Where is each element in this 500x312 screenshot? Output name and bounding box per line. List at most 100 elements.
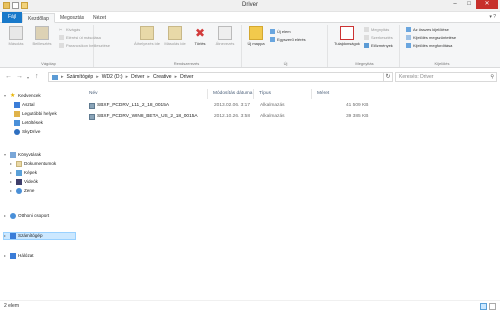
nav-computer-label: Számítógép: [18, 233, 43, 238]
nav-downloads[interactable]: Letöltések: [14, 119, 43, 127]
rename-button[interactable]: Átnevezés: [212, 26, 238, 46]
nav-pictures[interactable]: ▸ Képek: [10, 169, 37, 177]
select-all-button[interactable]: Az összes kijelölése: [406, 27, 449, 32]
group-organize: Áthelyezés ide Másolás ide ✖ Törlés Átne…: [132, 25, 242, 67]
large-icons-view-icon[interactable]: [489, 303, 496, 310]
cut-button[interactable]: ✂ Kivágás: [59, 27, 80, 32]
move-to-button[interactable]: Áthelyezés ide: [134, 26, 160, 46]
title-bar: Driver – □ ✕: [0, 0, 500, 12]
open-button[interactable]: Megnyitás: [364, 27, 389, 32]
nav-favorites[interactable]: ▾ ★ Kedvencek: [4, 92, 41, 100]
nav-favorites-label: Kedvencek: [18, 93, 41, 98]
file-name: SBXF_PCDRV_L11_2_18_0015A: [97, 103, 170, 108]
refresh-icon[interactable]: ↻: [384, 72, 393, 82]
search-input[interactable]: Keresés: Driver ⚲: [395, 72, 497, 82]
easy-access-icon: [270, 37, 275, 42]
navigation-bar: ← → ▾ ↑ ▸ Számítógép ▸ WD2 (D:) ▸ Driver…: [0, 68, 500, 85]
nav-music-label: Zene: [24, 188, 35, 193]
tab-share[interactable]: Megosztás: [55, 13, 89, 23]
paste-shortcut-button[interactable]: Parancsikon beillesztése: [59, 43, 110, 48]
breadcrumb-separator: ▸: [174, 74, 178, 80]
properties-icon: [340, 26, 354, 40]
column-header-type[interactable]: Típus: [254, 89, 312, 99]
group-select: Az összes kijelölése Kijelölés megszünte…: [404, 25, 480, 67]
history-label: Előzmények: [371, 43, 393, 48]
nav-music[interactable]: ▸ Zene: [10, 187, 34, 195]
nav-libraries[interactable]: ▾ Könyvtárak: [4, 151, 41, 159]
new-item-label: Új elem: [277, 29, 291, 34]
new-item-icon: [270, 29, 275, 34]
back-arrow-icon[interactable]: ←: [5, 73, 12, 80]
breadcrumb-creative[interactable]: Creative: [153, 74, 172, 80]
paste-label: Beillesztés: [32, 41, 52, 46]
tab-home[interactable]: Kezdőlap: [22, 13, 55, 23]
breadcrumb-current[interactable]: Driver: [180, 74, 193, 80]
nav-desktop[interactable]: Asztal: [14, 101, 35, 109]
address-bar[interactable]: ▸ Számítógép ▸ WD2 (D:) ▸ Driver ▸ Creat…: [48, 72, 384, 82]
copy-button[interactable]: Másolás: [6, 26, 26, 46]
nav-recent[interactable]: Legutóbbi helyek: [14, 110, 57, 118]
music-icon: [16, 188, 22, 194]
select-none-label: Kijelölés megszüntetése: [413, 35, 457, 40]
file-size: 39 385 KB: [346, 114, 369, 119]
network-icon: [10, 253, 16, 259]
history-button[interactable]: Előzmények: [364, 43, 393, 48]
nav-recent-label: Legutóbbi helyek: [22, 111, 57, 116]
videos-icon: [16, 179, 22, 185]
copy-path-button[interactable]: Elérési út másolása: [59, 35, 101, 40]
new-folder-button[interactable]: Új mappa: [246, 26, 266, 46]
properties-label: Tulajdonságok: [334, 41, 360, 46]
search-placeholder: Keresés: Driver: [399, 74, 434, 80]
expand-icon: ▸: [4, 253, 7, 258]
documents-icon: [16, 161, 22, 167]
edit-button[interactable]: Szerkesztés: [364, 35, 393, 40]
move-to-label: Áthelyezés ide: [134, 41, 161, 46]
tab-file[interactable]: Fájl: [2, 12, 23, 23]
nav-skydrive[interactable]: SkyDrive: [14, 128, 40, 136]
easy-access-button[interactable]: Egyszerű elérés: [270, 37, 306, 42]
select-none-button[interactable]: Kijelölés megszüntetése: [406, 35, 456, 40]
breadcrumb-separator: ▸: [96, 74, 99, 80]
breadcrumb-drive[interactable]: WD2 (D:): [102, 74, 123, 80]
nav-documents[interactable]: ▸ Dokumentumok: [10, 160, 56, 168]
breadcrumb-driver[interactable]: Driver: [131, 74, 144, 80]
paste-button[interactable]: Beillesztés: [28, 26, 56, 46]
copy-to-button[interactable]: Másolás ide: [162, 26, 188, 46]
recent-locations-chevron-icon[interactable]: ▾: [27, 75, 29, 80]
breadcrumb-computer[interactable]: Számítógép: [67, 74, 94, 80]
nav-network[interactable]: ▸ Hálózat: [4, 252, 34, 260]
file-row[interactable]: SBXF_PCDRV_L11_2_18_0015A 2013.02.06. 3:…: [86, 101, 376, 111]
copy-to-icon: [168, 26, 182, 40]
expand-icon: ▸: [10, 188, 13, 193]
file-type: Alkalmazás: [260, 103, 285, 108]
forward-arrow-icon[interactable]: →: [16, 73, 23, 80]
invert-selection-button[interactable]: Kijelölés megfordítása: [406, 43, 452, 48]
nav-homegroup[interactable]: ▸ Otthoni csoport: [4, 212, 49, 220]
clipboard-group-label: Vágólap: [41, 61, 56, 66]
properties-button[interactable]: Tulajdonságok: [332, 26, 362, 46]
nav-desktop-label: Asztal: [22, 102, 35, 107]
maximize-button[interactable]: □: [462, 0, 476, 9]
minimize-button[interactable]: –: [448, 0, 462, 9]
close-button[interactable]: ✕: [476, 0, 498, 9]
open-label: Megnyitás: [371, 27, 390, 32]
application-icon: [89, 103, 95, 109]
up-arrow-icon[interactable]: ↑: [35, 73, 39, 80]
nav-homegroup-label: Otthoni csoport: [18, 213, 50, 218]
nav-videos[interactable]: ▸ Videók: [10, 178, 38, 186]
delete-button[interactable]: ✖ Törlés: [190, 26, 210, 46]
file-row[interactable]: SBXF_PCDRV_WIN8_BETA_US_2_18_0015A 2012.…: [86, 112, 376, 122]
help-icon[interactable]: ▾ ?: [489, 14, 496, 20]
tab-view[interactable]: Nézet: [88, 13, 111, 23]
group-new: Új mappa Új elem Egyszerű elérés Új: [244, 25, 328, 67]
new-item-button[interactable]: Új elem: [270, 29, 291, 34]
item-count: 2 elem: [4, 303, 20, 309]
delete-icon: ✖: [194, 26, 206, 40]
nav-computer[interactable]: ▸ Számítógép: [3, 232, 76, 240]
column-header-size[interactable]: Méret: [312, 89, 378, 99]
column-header-name[interactable]: Név: [84, 89, 208, 99]
rename-label: Átnevezés: [215, 41, 235, 46]
column-header-date[interactable]: Módosítás dátuma: [208, 89, 254, 99]
details-view-icon[interactable]: [480, 303, 487, 310]
expand-icon: ▸: [4, 213, 7, 218]
